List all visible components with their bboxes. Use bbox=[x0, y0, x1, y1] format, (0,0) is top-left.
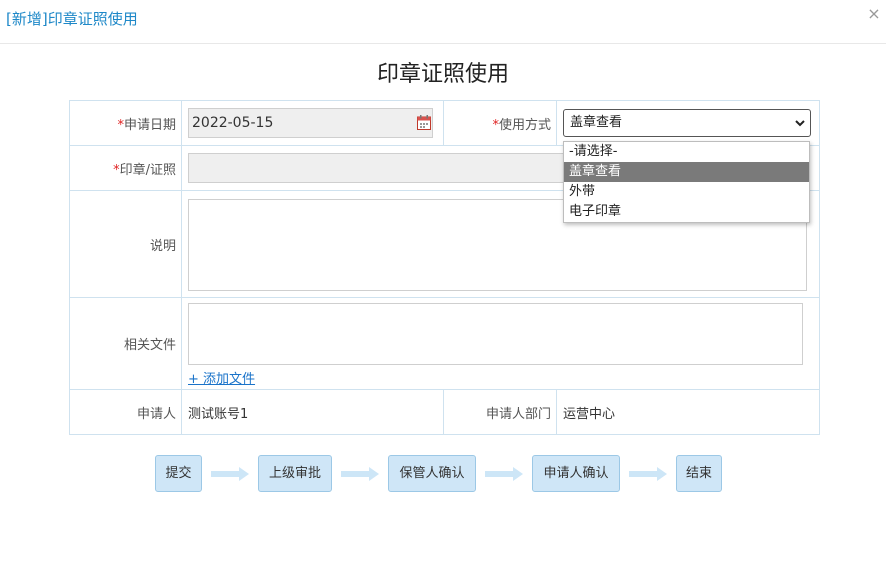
workflow-step-end: 结束 bbox=[676, 455, 722, 492]
arrow-right-icon bbox=[341, 467, 379, 481]
dropdown-option-electronic-seal[interactable]: 电子印章 bbox=[564, 202, 809, 222]
form-heading: 印章证照使用 bbox=[376, 62, 509, 87]
chevron-down-icon bbox=[795, 120, 805, 127]
seal-field[interactable] bbox=[188, 153, 574, 183]
department-value: 运营中心 bbox=[556, 389, 820, 435]
department-label: 申请人部门 bbox=[443, 389, 557, 435]
dropdown-option-seal-view[interactable]: 盖章查看 bbox=[564, 162, 809, 182]
usage-method-select[interactable]: 盖章查看 bbox=[563, 109, 811, 137]
add-file-link[interactable]: + 添加文件 bbox=[188, 368, 255, 387]
description-label: 说明 bbox=[69, 190, 182, 298]
applicant-label: 申请人 bbox=[69, 389, 182, 435]
seal-label: *印章/证照 bbox=[69, 145, 182, 191]
close-icon[interactable]: × bbox=[866, 6, 882, 22]
usage-method-label: *使用方式 bbox=[443, 100, 557, 146]
files-list bbox=[188, 303, 803, 365]
applicant-value: 测试账号1 bbox=[181, 389, 444, 435]
calendar-icon[interactable] bbox=[417, 115, 431, 130]
usage-method-dropdown: -请选择- 盖章查看 外带 电子印章 bbox=[563, 141, 810, 223]
arrow-right-icon bbox=[485, 467, 523, 481]
apply-date-label: *申请日期 bbox=[69, 100, 182, 146]
workflow-step-supervisor: 上级审批 bbox=[258, 455, 332, 492]
apply-date-value: 2022-05-15 bbox=[192, 115, 274, 131]
arrow-right-icon bbox=[211, 467, 249, 481]
approval-workflow: 提交 上级审批 保管人确认 申请人确认 结束 bbox=[0, 455, 886, 493]
dropdown-option-placeholder[interactable]: -请选择- bbox=[564, 142, 809, 162]
files-label: 相关文件 bbox=[69, 297, 182, 390]
dialog-title: [新增]印章证照使用 bbox=[6, 10, 138, 28]
arrow-right-icon bbox=[629, 467, 667, 481]
dialog-titlebar: [新增]印章证照使用 × bbox=[0, 0, 886, 44]
workflow-step-submit: 提交 bbox=[155, 455, 202, 492]
apply-date-field[interactable]: 2022-05-15 bbox=[188, 108, 433, 138]
usage-method-value: 盖章查看 bbox=[570, 115, 623, 130]
workflow-step-applicant: 申请人确认 bbox=[532, 455, 620, 492]
workflow-step-custodian: 保管人确认 bbox=[388, 455, 476, 492]
dropdown-option-take-out[interactable]: 外带 bbox=[564, 182, 809, 202]
